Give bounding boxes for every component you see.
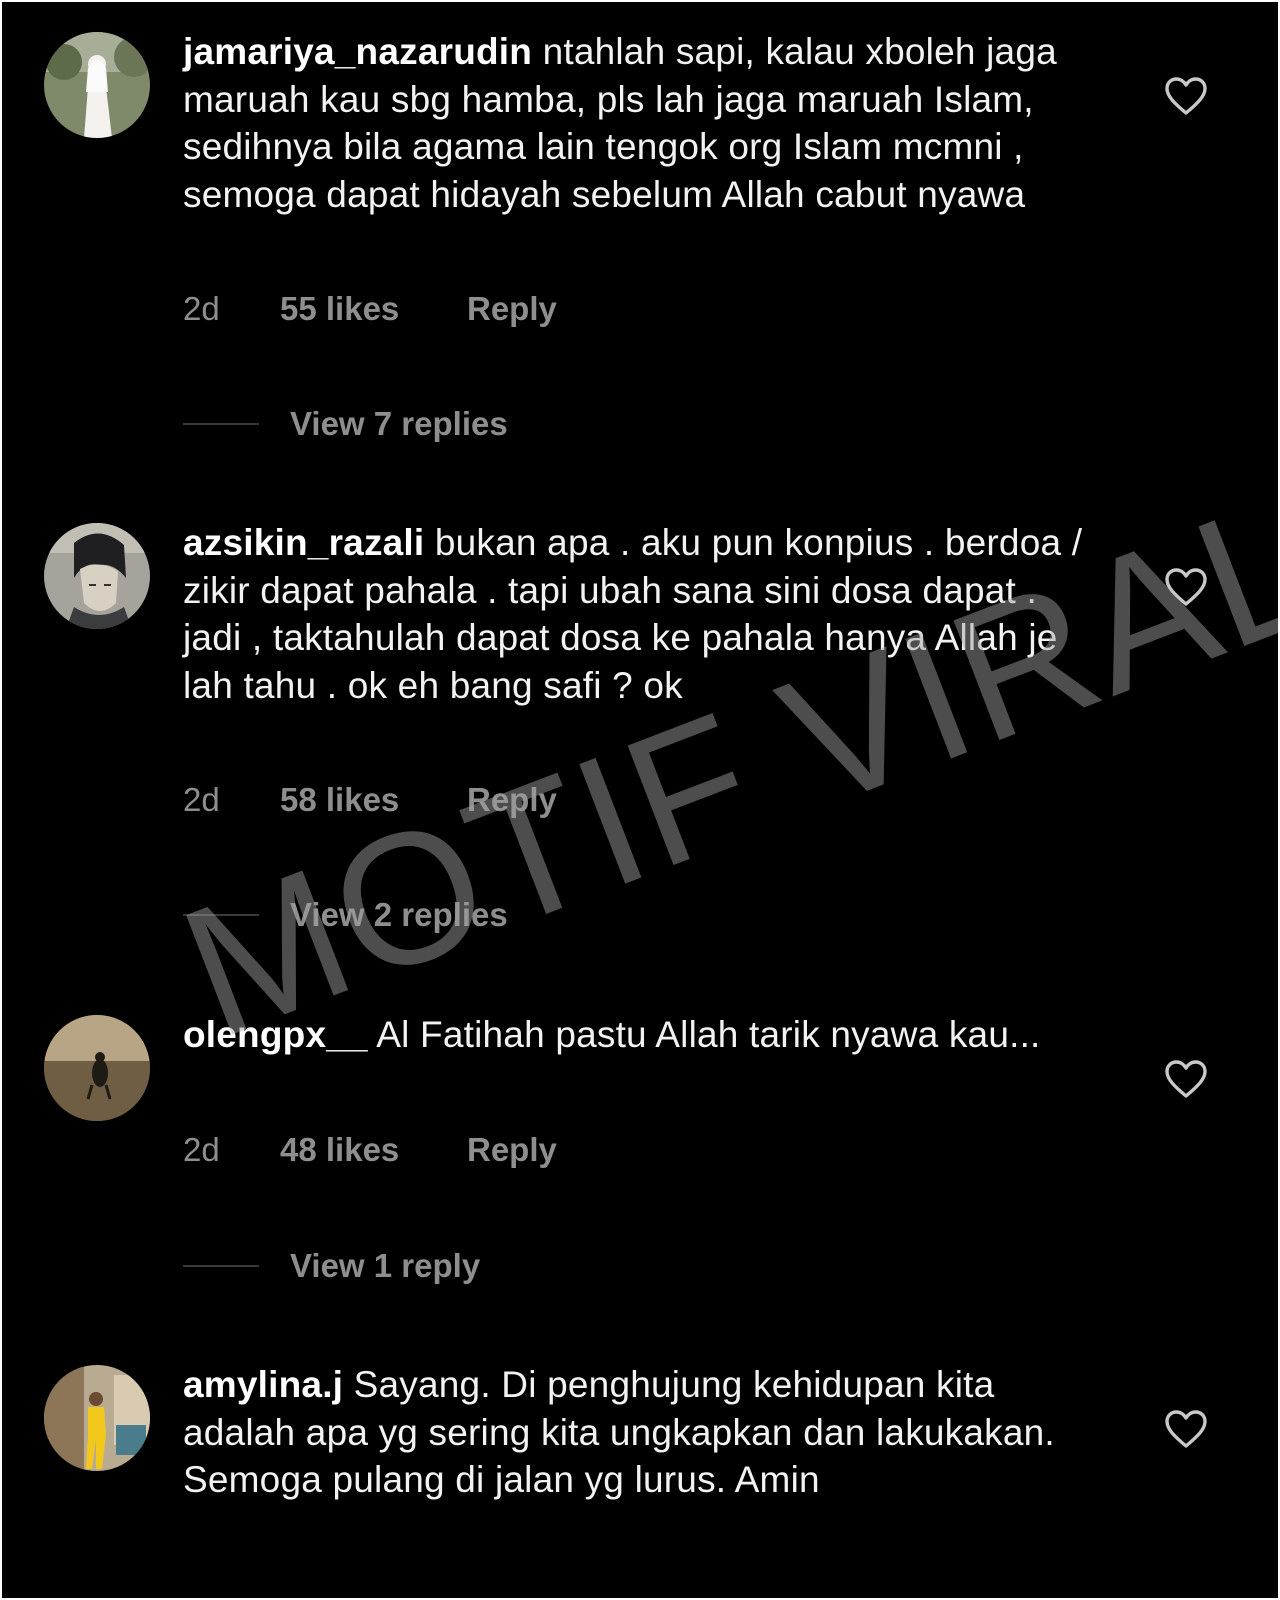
reply-button[interactable]: Reply xyxy=(467,1131,557,1169)
avatar[interactable] xyxy=(44,32,150,138)
comment-username[interactable]: jamariya_nazarudin xyxy=(183,31,532,72)
comment-meta: 2d 48 likes Reply xyxy=(183,1131,557,1169)
comment-likes[interactable]: 58 likes xyxy=(280,781,467,819)
view-replies-label: View 7 replies xyxy=(290,405,508,442)
avatar[interactable] xyxy=(44,523,150,629)
replies-divider xyxy=(183,1265,259,1267)
comment-meta: 2d 58 likes Reply xyxy=(183,781,557,819)
view-replies-label: View 2 replies xyxy=(290,896,508,933)
view-replies-button[interactable]: View 1 reply xyxy=(183,1247,480,1285)
view-replies-button[interactable]: View 2 replies xyxy=(183,896,508,934)
replies-divider xyxy=(183,423,259,425)
comment-text: amylina.j Sayang. Di penghujung kehidupa… xyxy=(183,1361,1103,1504)
comment-username[interactable]: amylina.j xyxy=(183,1364,343,1405)
comment-time: 2d xyxy=(183,1131,220,1168)
comment-text: olengpx__ Al Fatihah pastu Allah tarik n… xyxy=(183,1011,1103,1059)
avatar[interactable] xyxy=(44,1365,150,1471)
comment-username[interactable]: olengpx__ xyxy=(183,1014,368,1055)
reply-button[interactable]: Reply xyxy=(467,781,557,819)
heart-icon[interactable] xyxy=(1164,1059,1208,1099)
comment-likes[interactable]: 55 likes xyxy=(280,290,467,328)
comment-time: 2d xyxy=(183,290,220,327)
view-replies-button[interactable]: View 7 replies xyxy=(183,405,508,443)
view-replies-label: View 1 reply xyxy=(290,1247,481,1284)
comment-likes[interactable]: 48 likes xyxy=(280,1131,467,1169)
comment-text: azsikin_razali bukan apa . aku pun konpi… xyxy=(183,519,1103,709)
heart-icon[interactable] xyxy=(1164,76,1208,116)
reply-button[interactable]: Reply xyxy=(467,290,557,328)
comment-text: jamariya_nazarudin ntahlah sapi, kalau x… xyxy=(183,28,1103,218)
avatar[interactable] xyxy=(44,1015,150,1121)
comment-body: Al Fatihah pastu Allah tarik nyawa kau..… xyxy=(376,1014,1041,1055)
heart-icon[interactable] xyxy=(1164,567,1208,607)
comment-time: 2d xyxy=(183,781,220,818)
comment-username[interactable]: azsikin_razali xyxy=(183,522,424,563)
comment-meta: 2d 55 likes Reply xyxy=(183,290,557,328)
replies-divider xyxy=(183,914,259,916)
comments-screen: jamariya_nazarudin ntahlah sapi, kalau x… xyxy=(2,2,1278,1598)
heart-icon[interactable] xyxy=(1164,1409,1208,1449)
